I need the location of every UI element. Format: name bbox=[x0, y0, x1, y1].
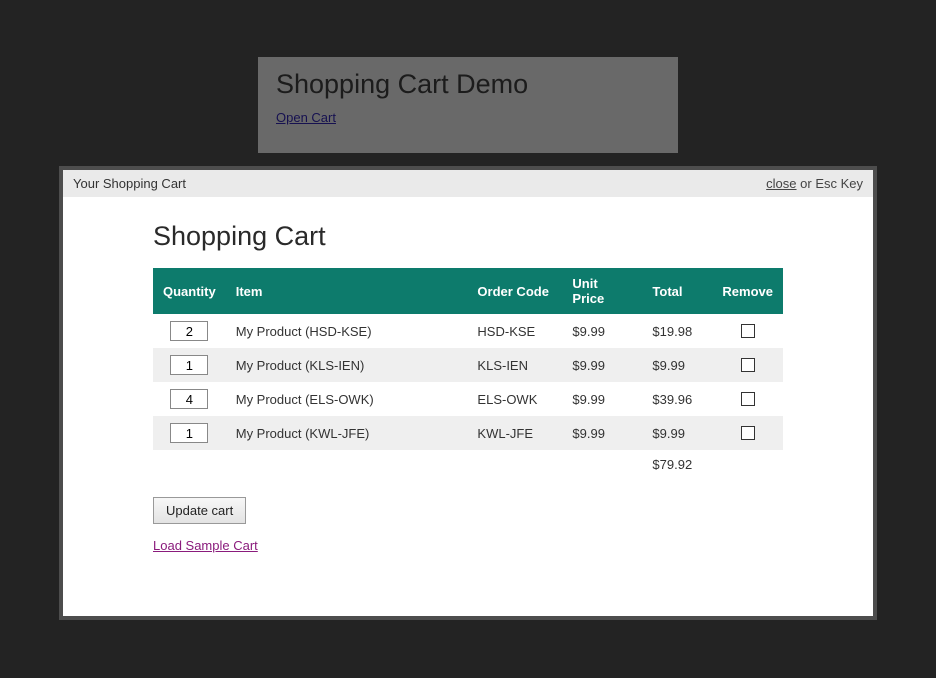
item-name: My Product (HSD-KSE) bbox=[226, 314, 468, 348]
modal-header: Your Shopping Cart close or Esc Key bbox=[63, 170, 873, 197]
table-row: My Product (KLS-IEN)KLS-IEN$9.99$9.99 bbox=[153, 348, 783, 382]
order-code: ELS-OWK bbox=[467, 382, 562, 416]
grand-total: $79.92 bbox=[642, 450, 712, 479]
table-header-row: Quantity Item Order Code Unit Price Tota… bbox=[153, 268, 783, 314]
quantity-input[interactable] bbox=[170, 389, 208, 409]
col-unit-price: Unit Price bbox=[562, 268, 642, 314]
cart-table: Quantity Item Order Code Unit Price Tota… bbox=[153, 268, 783, 479]
cart-modal: Your Shopping Cart close or Esc Key Shop… bbox=[59, 166, 877, 620]
line-total: $9.99 bbox=[642, 416, 712, 450]
modal-close-area: close or Esc Key bbox=[766, 176, 863, 191]
col-remove: Remove bbox=[712, 268, 783, 314]
order-code: KLS-IEN bbox=[467, 348, 562, 382]
quantity-input[interactable] bbox=[170, 355, 208, 375]
order-code: KWL-JFE bbox=[467, 416, 562, 450]
grand-total-row: $79.92 bbox=[153, 450, 783, 479]
esc-hint: or Esc Key bbox=[797, 176, 863, 191]
remove-checkbox[interactable] bbox=[741, 392, 755, 406]
item-name: My Product (KLS-IEN) bbox=[226, 348, 468, 382]
item-name: My Product (ELS-OWK) bbox=[226, 382, 468, 416]
order-code: HSD-KSE bbox=[467, 314, 562, 348]
table-row: My Product (KWL-JFE)KWL-JFE$9.99$9.99 bbox=[153, 416, 783, 450]
remove-checkbox[interactable] bbox=[741, 426, 755, 440]
quantity-input[interactable] bbox=[170, 321, 208, 341]
line-total: $9.99 bbox=[642, 348, 712, 382]
col-item: Item bbox=[226, 268, 468, 314]
unit-price: $9.99 bbox=[562, 416, 642, 450]
update-cart-button[interactable]: Update cart bbox=[153, 497, 246, 524]
unit-price: $9.99 bbox=[562, 348, 642, 382]
line-total: $39.96 bbox=[642, 382, 712, 416]
unit-price: $9.99 bbox=[562, 382, 642, 416]
cart-heading: Shopping Cart bbox=[153, 221, 783, 252]
table-row: My Product (HSD-KSE)HSD-KSE$9.99$19.98 bbox=[153, 314, 783, 348]
table-row: My Product (ELS-OWK)ELS-OWK$9.99$39.96 bbox=[153, 382, 783, 416]
modal-body: Shopping Cart Quantity Item Order Code U… bbox=[63, 197, 873, 573]
load-sample-cart-link[interactable]: Load Sample Cart bbox=[153, 538, 258, 553]
remove-checkbox[interactable] bbox=[741, 324, 755, 338]
remove-checkbox[interactable] bbox=[741, 358, 755, 372]
quantity-input[interactable] bbox=[170, 423, 208, 443]
col-order-code: Order Code bbox=[467, 268, 562, 314]
col-quantity: Quantity bbox=[153, 268, 226, 314]
close-link[interactable]: close bbox=[766, 176, 796, 191]
unit-price: $9.99 bbox=[562, 314, 642, 348]
item-name: My Product (KWL-JFE) bbox=[226, 416, 468, 450]
modal-header-title: Your Shopping Cart bbox=[73, 176, 186, 191]
line-total: $19.98 bbox=[642, 314, 712, 348]
col-total: Total bbox=[642, 268, 712, 314]
